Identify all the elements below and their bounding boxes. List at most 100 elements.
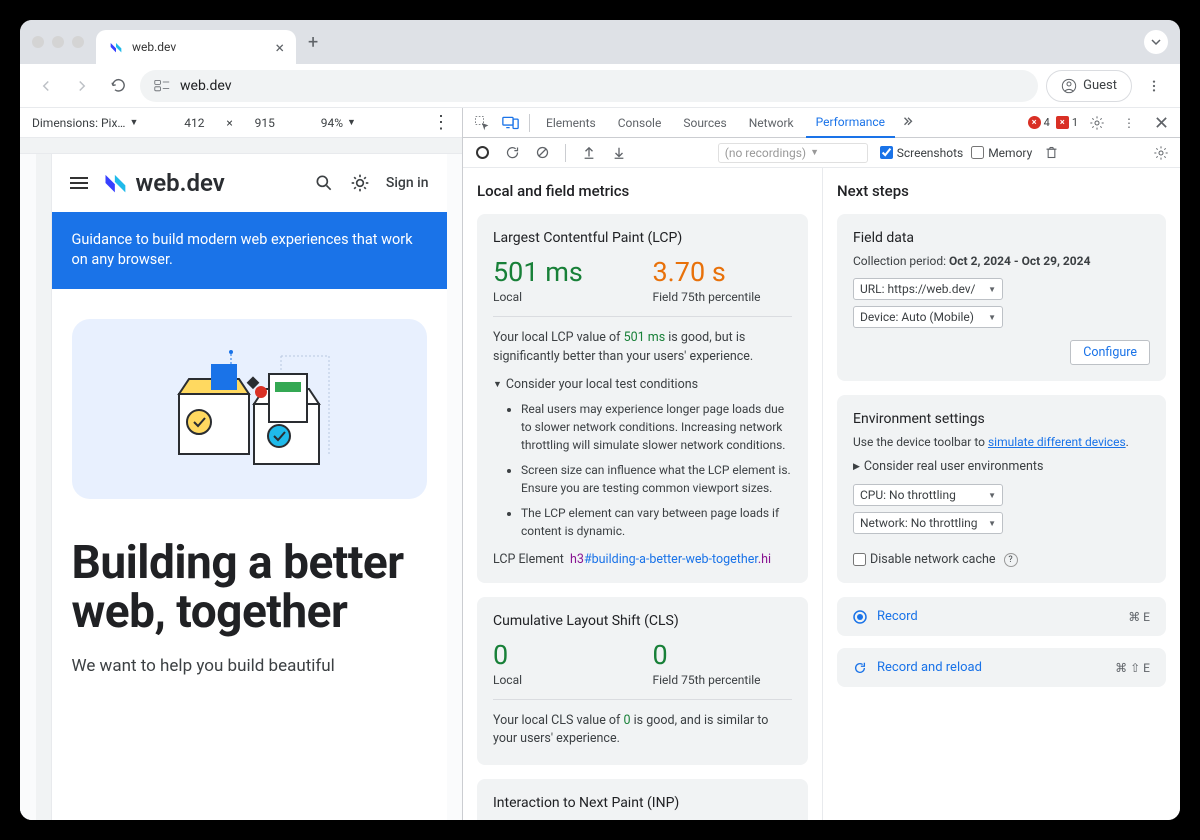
tab-console[interactable]: Console	[608, 108, 672, 138]
record-shortcut: ⌘ E	[1128, 610, 1150, 624]
help-icon[interactable]: ?	[1004, 553, 1018, 567]
minimize-window-button[interactable]	[52, 36, 64, 48]
recordings-select[interactable]: (no recordings) ▼	[718, 143, 868, 163]
site-banner: Guidance to build modern web experiences…	[52, 212, 447, 289]
profile-button[interactable]: Guest	[1046, 70, 1132, 102]
site-info-icon[interactable]	[154, 79, 170, 93]
cls-description: Your local CLS value of 0 is good, and i…	[493, 712, 792, 750]
profile-label: Guest	[1083, 78, 1117, 93]
devtools-tab-bar: Elements Console Sources Network Perform…	[463, 108, 1180, 138]
tab-search-button[interactable]	[1144, 30, 1168, 54]
record-dot-icon	[853, 610, 867, 624]
inp-name: Interaction to Next Paint (INP)	[493, 795, 792, 811]
theme-toggle-icon[interactable]	[350, 173, 370, 193]
maximize-window-button[interactable]	[72, 36, 84, 48]
device-toolbar-menu-button[interactable]: ⋮	[432, 112, 450, 133]
record-reload-shortcut: ⌘ ⇧ E	[1115, 661, 1150, 675]
lcp-name: Largest Contentful Paint (LCP)	[493, 230, 792, 246]
field-data-card: Field data Collection period: Oct 2, 202…	[837, 214, 1166, 381]
close-devtools-button[interactable]	[1148, 110, 1174, 136]
inp-card: Interaction to Next Paint (INP)	[477, 779, 808, 820]
lcp-field-value: 3.70 s	[653, 256, 793, 288]
device-mode-pane: Dimensions: Pix… ▼ 412 × 915 94% ▼ ⋮	[20, 108, 463, 820]
tab-performance[interactable]: Performance	[806, 108, 895, 138]
env-disclosure[interactable]: Consider real user environments	[853, 459, 1150, 474]
simulate-devices-link[interactable]: simulate different devices	[988, 435, 1126, 449]
metrics-panel-title: Local and field metrics	[477, 182, 808, 200]
close-tab-button[interactable]: ×	[275, 38, 284, 57]
dimensions-select[interactable]: Dimensions: Pix… ▼	[32, 116, 138, 130]
toolbar: web.dev Guest	[20, 64, 1180, 108]
cls-name: Cumulative Layout Shift (CLS)	[493, 613, 792, 629]
webdev-logo-icon	[102, 169, 130, 197]
zoom-select[interactable]: 94% ▼	[321, 116, 356, 130]
close-window-button[interactable]	[32, 36, 44, 48]
clear-button[interactable]	[531, 142, 553, 164]
inspect-element-icon[interactable]	[469, 110, 495, 136]
cpu-throttle-select[interactable]: CPU: No throttling	[853, 484, 1003, 506]
record-action[interactable]: Record ⌘ E	[837, 597, 1166, 636]
tab-elements[interactable]: Elements	[536, 108, 606, 138]
back-button[interactable]	[32, 72, 60, 100]
toggle-device-toolbar-icon[interactable]	[497, 110, 523, 136]
browser-menu-button[interactable]	[1140, 72, 1168, 100]
sign-in-link[interactable]: Sign in	[386, 175, 429, 191]
address-text: web.dev	[180, 78, 232, 94]
devtools-menu-icon[interactable]: ⋮	[1116, 110, 1142, 136]
devtools: Elements Console Sources Network Perform…	[463, 108, 1180, 820]
tab-strip: web.dev × +	[20, 20, 1180, 64]
height-input[interactable]: 915	[245, 116, 285, 130]
cls-field-value: 0	[653, 639, 793, 671]
metrics-panel: Local and field metrics Largest Contentf…	[463, 168, 823, 820]
hero-illustration	[72, 319, 427, 499]
reload-button[interactable]	[104, 72, 132, 100]
performance-toolbar: (no recordings) ▼ Screenshots Memory	[463, 138, 1180, 168]
search-icon[interactable]	[314, 173, 334, 193]
download-icon[interactable]	[608, 142, 630, 164]
reload-record-button[interactable]	[501, 142, 523, 164]
record-reload-action[interactable]: Record and reload ⌘ ⇧ E	[837, 648, 1166, 687]
new-tab-button[interactable]: +	[308, 32, 318, 53]
capture-settings-icon[interactable]	[1150, 142, 1172, 164]
more-tabs-button[interactable]	[897, 116, 919, 130]
webdev-favicon-icon	[108, 39, 124, 55]
error-icon: ×	[1028, 116, 1041, 129]
address-bar[interactable]: web.dev	[140, 70, 1038, 102]
lcp-bullets: Real users may experience longer page lo…	[521, 400, 792, 540]
tab-network[interactable]: Network	[739, 108, 804, 138]
lcp-element-link[interactable]: LCP Element h3#building-a-better-web-tog…	[493, 552, 792, 567]
vertical-ruler	[36, 154, 52, 820]
tab-sources[interactable]: Sources	[673, 108, 736, 138]
emulated-viewport[interactable]: web.dev Sign in	[52, 154, 447, 820]
lcp-disclosure[interactable]: Consider your local test conditions	[493, 377, 792, 392]
hero-subtitle: We want to help you build beautiful	[72, 656, 427, 676]
tab-title: web.dev	[132, 40, 176, 54]
reload-icon	[853, 661, 867, 675]
gc-icon[interactable]	[1040, 142, 1062, 164]
error-count-badge[interactable]: × 4	[1028, 116, 1050, 129]
guest-icon	[1061, 78, 1077, 94]
forward-button[interactable]	[68, 72, 96, 100]
window-controls	[32, 36, 84, 48]
configure-button[interactable]: Configure	[1070, 340, 1150, 365]
site-logo[interactable]: web.dev	[102, 169, 225, 197]
screenshots-checkbox[interactable]: Screenshots	[880, 146, 963, 160]
lcp-description: Your local LCP value of 501 ms is good, …	[493, 329, 792, 367]
swap-dimensions-icon: ×	[226, 116, 232, 130]
network-throttle-select[interactable]: Network: No throttling	[853, 512, 1003, 534]
width-input[interactable]: 412	[174, 116, 214, 130]
hamburger-menu-icon[interactable]	[70, 177, 88, 189]
settings-icon[interactable]	[1084, 110, 1110, 136]
url-select[interactable]: URL: https://web.dev/	[853, 278, 1003, 300]
device-select[interactable]: Device: Auto (Mobile)	[853, 306, 1003, 328]
device-toolbar: Dimensions: Pix… ▼ 412 × 915 94% ▼ ⋮	[20, 108, 462, 138]
upload-icon[interactable]	[578, 142, 600, 164]
browser-tab[interactable]: web.dev ×	[96, 30, 296, 64]
environment-card: Environment settings Use the device tool…	[837, 395, 1166, 583]
next-steps-panel: Next steps Field data Collection period:…	[823, 168, 1180, 820]
memory-checkbox[interactable]: Memory	[971, 146, 1032, 160]
issue-count-badge[interactable]: × 1	[1056, 116, 1078, 129]
browser-window: web.dev × + web.dev Guest	[20, 20, 1180, 820]
record-button[interactable]	[471, 142, 493, 164]
disable-cache-checkbox[interactable]: Disable network cache ?	[853, 552, 1150, 567]
